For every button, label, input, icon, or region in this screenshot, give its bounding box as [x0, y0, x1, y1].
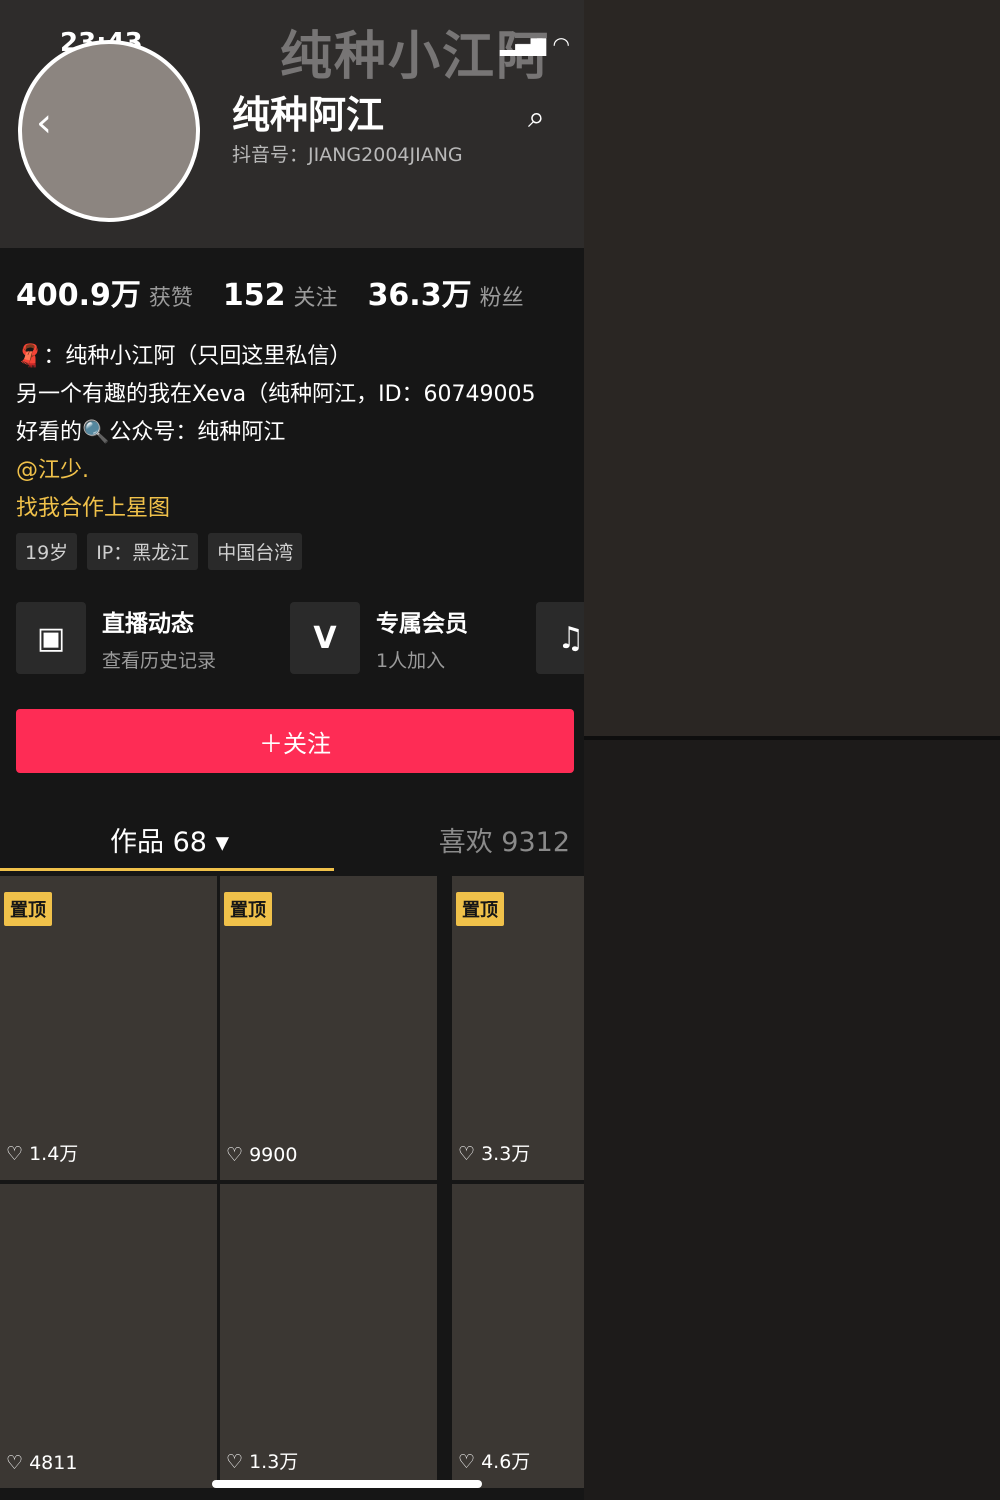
signal-wifi-icon: ▂▄▆ ◠ — [500, 32, 570, 56]
following-count[interactable]: 152 — [223, 278, 286, 313]
follow-button[interactable]: ＋关注 — [16, 709, 574, 773]
followers-label: 粉丝 — [479, 286, 524, 311]
region-tag: 中国台湾 — [208, 533, 303, 570]
search-icon[interactable]: ⌕ — [528, 100, 545, 135]
video-thumbnail[interactable]: ♡ 4.6万 — [452, 1184, 584, 1488]
video-likes: ♡ 3.3万 — [458, 1143, 531, 1165]
membership-title: 专属会员 — [376, 610, 468, 637]
music-card[interactable]: ♫ — [536, 602, 584, 674]
bio-line: 好看的🔍公众号：纯种阿江 — [16, 420, 286, 445]
following-label: 关注 — [293, 286, 338, 311]
back-button[interactable]: ‹ — [22, 96, 66, 150]
tv-icon: ▣ — [16, 602, 86, 674]
live-history-sub: 查看历史记录 — [102, 649, 217, 672]
bio-collab-link[interactable]: 找我合作上星图 — [16, 490, 584, 528]
video-likes: ♡ 9900 — [226, 1144, 298, 1166]
video-thumbnail[interactable]: ♡ 4811 — [0, 1184, 217, 1488]
home-indicator — [212, 1480, 482, 1488]
profile-header: 纯种小江阿 23:43 ▂▄▆ ◠ ‹ 纯种阿江 抖音号：JIANG2004JI… — [0, 0, 584, 248]
bio-mention-link[interactable]: @江少. — [16, 452, 584, 490]
video-likes: ♡ 4811 — [6, 1452, 78, 1474]
tab-works[interactable]: 作品 68 ▾ — [110, 820, 229, 859]
tab-likes[interactable]: 喜欢 9312 — [439, 820, 570, 859]
video-likes: ♡ 1.3万 — [226, 1451, 299, 1473]
v-icon: V — [290, 602, 360, 674]
music-note-icon: ♫ — [536, 602, 584, 674]
profile-stats: 400.9万 获赞 152 关注 36.3万 粉丝 — [16, 270, 554, 314]
douyin-id[interactable]: 抖音号：JIANG2004JIANG — [232, 140, 463, 167]
age-tag: 19岁 — [16, 533, 78, 570]
video-likes: ♡ 1.4万 — [6, 1143, 79, 1165]
likes-count: 400.9万 — [16, 278, 141, 313]
live-history-card[interactable]: ▣ 直播动态 查看历史记录 — [16, 602, 216, 674]
nickname: 纯种阿江 — [232, 93, 385, 137]
pinned-badge: 置顶 — [456, 892, 504, 926]
video-likes: ♡ 4.6万 — [458, 1451, 531, 1473]
bio-line: 另一个有趣的我在Xeva（纯种阿江，ID：60749005 — [16, 382, 536, 407]
bio-line: 🧣：纯种小江阿（只回这里私信） — [16, 344, 352, 369]
video-thumbnail[interactable]: 置顶 ♡ 3.3万 — [452, 876, 584, 1180]
membership-card[interactable]: V 专属会员 1人加入 — [290, 602, 468, 674]
profile-tags: 19岁 IP：黑龙江 中国台湾 — [16, 533, 303, 570]
photo-column — [584, 0, 1000, 1500]
pinned-badge: 置顶 — [4, 892, 52, 926]
active-tab-indicator — [0, 868, 334, 871]
photo-placeholder — [584, 740, 1000, 1500]
video-thumbnail[interactable]: 置顶 ♡ 9900 — [220, 876, 437, 1180]
video-thumbnail[interactable]: ♡ 1.3万 — [220, 1184, 437, 1488]
video-thumbnail[interactable]: 置顶 ♡ 1.4万 — [0, 876, 217, 1180]
bio: 🧣：纯种小江阿（只回这里私信） 另一个有趣的我在Xeva（纯种阿江，ID：607… — [16, 338, 584, 528]
pinned-badge: 置顶 — [224, 892, 272, 926]
profile-panel: 纯种小江阿 23:43 ▂▄▆ ◠ ‹ 纯种阿江 抖音号：JIANG2004JI… — [0, 0, 584, 1500]
likes-label: 获赞 — [148, 286, 193, 311]
followers-count[interactable]: 36.3万 — [368, 270, 472, 314]
membership-sub: 1人加入 — [376, 649, 446, 672]
photo-placeholder — [584, 0, 1000, 736]
live-history-title: 直播动态 — [102, 610, 194, 637]
ip-tag: IP：黑龙江 — [87, 533, 199, 570]
